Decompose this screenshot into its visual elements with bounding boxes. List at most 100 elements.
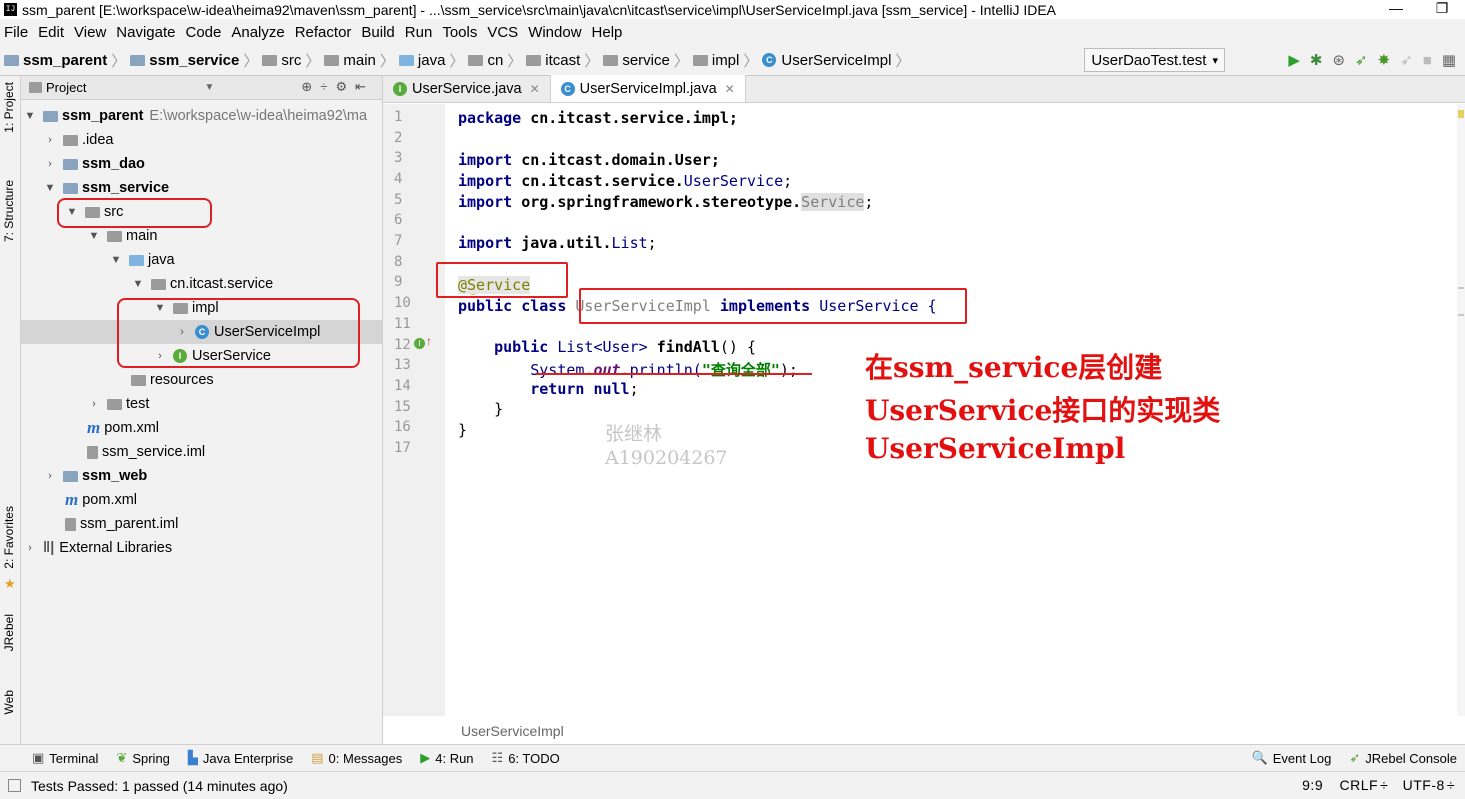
breadcrumb-userserviceimpl[interactable]: UserServiceImpl xyxy=(781,52,891,69)
jrebel-console-button[interactable]: ➶ JRebel Console xyxy=(1349,750,1457,766)
chevron-right-icon[interactable]: › xyxy=(43,134,57,146)
menu-edit[interactable]: Edit xyxy=(38,24,64,41)
gear-icon[interactable]: ⚙ xyxy=(335,79,355,94)
hide-icon[interactable]: ⇤ xyxy=(355,79,374,94)
breadcrumb-java[interactable]: java xyxy=(418,52,446,69)
implements-method-icon[interactable]: I xyxy=(414,338,425,349)
menu-build[interactable]: Build xyxy=(361,24,394,41)
chevron-down-icon[interactable]: ▼ xyxy=(43,182,57,194)
breadcrumb-ssm-service[interactable]: ssm_service xyxy=(149,52,239,69)
chevron-down-icon[interactable]: ▼ xyxy=(131,278,145,290)
tree-node-external-libraries[interactable]: › ‖| External Libraries xyxy=(21,536,382,560)
tab-favorites[interactable]: 2: Favorites xyxy=(2,506,16,569)
tree-label: pom.xml xyxy=(104,420,160,436)
run-button[interactable]: ▶ 4: Run xyxy=(420,750,473,766)
menu-code[interactable]: Code xyxy=(185,24,221,41)
caret-position[interactable]: 9:9 xyxy=(1302,777,1323,793)
terminal-button[interactable]: ▣ Terminal xyxy=(32,750,98,766)
editor-scrollbar[interactable] xyxy=(1457,104,1465,716)
tree-node-ssm-service[interactable]: ▼ ssm_service xyxy=(21,176,382,200)
tree-node-test[interactable]: › test xyxy=(21,392,382,416)
warning-marker[interactable] xyxy=(1458,110,1464,118)
minimize-button[interactable]: — xyxy=(1373,0,1419,17)
chevron-right-icon[interactable]: › xyxy=(87,398,101,410)
menu-help[interactable]: Help xyxy=(592,24,623,41)
jrebel-debug-icon[interactable]: ✸ xyxy=(1378,51,1391,69)
code-token: ; xyxy=(864,193,874,211)
breadcrumb-src[interactable]: src xyxy=(281,52,301,69)
menu-view[interactable]: View xyxy=(74,24,106,41)
tree-node-pom-xml[interactable]: m pom.xml xyxy=(21,416,382,440)
jrebel-run-icon[interactable]: ➶ xyxy=(1355,51,1368,69)
breadcrumb-itcast[interactable]: itcast xyxy=(545,52,580,69)
chevron-down-icon[interactable]: ▼ xyxy=(204,82,214,93)
menu-analyze[interactable]: Analyze xyxy=(231,24,284,41)
chevron-right-icon[interactable]: › xyxy=(23,542,37,554)
menu-window[interactable]: Window xyxy=(528,24,581,41)
project-panel-header: Project ▼ ⊕÷⚙⇤ xyxy=(21,76,382,100)
tree-node-ssm-parent[interactable]: ▼ ssm_parent E:\workspace\w-idea\heima92\m… xyxy=(21,104,382,128)
java-enterprise-button[interactable]: ▙ Java Enterprise xyxy=(188,750,293,766)
close-icon[interactable]: ✕ xyxy=(725,82,735,96)
collapse-icon[interactable]: ÷ xyxy=(320,79,335,94)
menu-vcs[interactable]: VCS xyxy=(487,24,518,41)
menu-refactor[interactable]: Refactor xyxy=(295,24,352,41)
breadcrumb-ssm-parent[interactable]: ssm_parent xyxy=(23,52,107,69)
event-log-button[interactable]: 🔍 Event Log xyxy=(1252,750,1332,766)
tree-node-idea[interactable]: › .idea xyxy=(21,128,382,152)
close-icon[interactable]: ✕ xyxy=(530,82,540,96)
line-separator[interactable]: CRLF xyxy=(1340,777,1379,793)
tree-node-java[interactable]: ▼ java xyxy=(21,248,382,272)
tool-windows-toggle-icon[interactable] xyxy=(8,779,21,792)
watermark-id: A190204267 xyxy=(605,447,728,469)
breadcrumb-cn[interactable]: cn xyxy=(487,52,503,69)
tab-jrebel[interactable]: JRebel xyxy=(2,614,16,651)
breadcrumb-main[interactable]: main xyxy=(343,52,376,69)
run-configuration-select[interactable]: UserDaoTest.test ▾ xyxy=(1084,48,1225,72)
tree-node-ssm-parent-iml[interactable]: ssm_parent.iml xyxy=(21,512,382,536)
jrebel-icon[interactable]: ➶ xyxy=(1400,51,1413,69)
tab-structure[interactable]: 7: Structure xyxy=(2,180,16,242)
menu-run[interactable]: Run xyxy=(405,24,433,41)
underline-mark xyxy=(536,373,812,375)
tab-userservice-java[interactable]: I UserService.java ✕ xyxy=(383,75,551,102)
line-number: 4 xyxy=(394,171,403,187)
tree-node-parent-pom-xml[interactable]: m pom.xml xyxy=(21,488,382,512)
chevron-right-icon[interactable]: › xyxy=(43,470,57,482)
messages-button[interactable]: ▤ 0: Messages xyxy=(311,750,402,766)
project-structure-icon[interactable]: ▦ xyxy=(1442,51,1456,69)
menu-navigate[interactable]: Navigate xyxy=(116,24,175,41)
restore-button[interactable]: ❐ xyxy=(1419,0,1465,17)
spring-button[interactable]: ❦ Spring xyxy=(116,750,169,766)
chevron-down-icon[interactable]: ▼ xyxy=(87,230,101,242)
menu-tools[interactable]: Tools xyxy=(442,24,477,41)
breadcrumb-service[interactable]: service xyxy=(622,52,670,69)
editor-footer-breadcrumb[interactable]: UserServiceImpl xyxy=(461,723,564,739)
tab-userserviceimpl-java[interactable]: C UserServiceImpl.java ✕ xyxy=(550,75,746,102)
code-line-13: System.out.println("查询全部"); xyxy=(458,359,798,380)
chevron-down-icon[interactable]: ▼ xyxy=(23,110,37,122)
todo-button[interactable]: ☷ 6: TODO xyxy=(492,750,560,766)
stop-icon[interactable]: ■ xyxy=(1423,52,1432,69)
project-view-label[interactable]: Project xyxy=(46,80,86,95)
file-encoding[interactable]: UTF-8 xyxy=(1403,777,1445,793)
package-icon xyxy=(692,54,708,66)
tree-node-resources[interactable]: resources xyxy=(21,368,382,392)
module-icon xyxy=(63,182,78,194)
tab-web[interactable]: Web xyxy=(2,690,16,714)
debug-icon[interactable]: ✱ xyxy=(1310,51,1323,69)
breadcrumb-impl[interactable]: impl xyxy=(712,52,740,69)
chevron-down-icon[interactable]: ▼ xyxy=(109,254,123,266)
tab-project[interactable]: 1: Project xyxy=(2,82,16,133)
tree-node-cn-itcast-service[interactable]: ▼ cn.itcast.service xyxy=(21,272,382,296)
tree-node-ssm-dao[interactable]: › ssm_dao xyxy=(21,152,382,176)
chevron-right-icon[interactable]: › xyxy=(43,158,57,170)
tree-node-ssm-service-iml[interactable]: ssm_service.iml xyxy=(21,440,382,464)
menu-file[interactable]: File xyxy=(4,24,28,41)
coverage-icon[interactable]: ⊛ xyxy=(1332,51,1345,69)
tree-label: java xyxy=(148,252,175,268)
status-message[interactable]: Tests Passed: 1 passed (14 minutes ago) xyxy=(31,778,288,794)
tree-node-ssm-web[interactable]: › ssm_web xyxy=(21,464,382,488)
sync-icon[interactable]: ⊕ xyxy=(301,79,320,94)
run-icon[interactable]: ▶ xyxy=(1288,51,1300,69)
